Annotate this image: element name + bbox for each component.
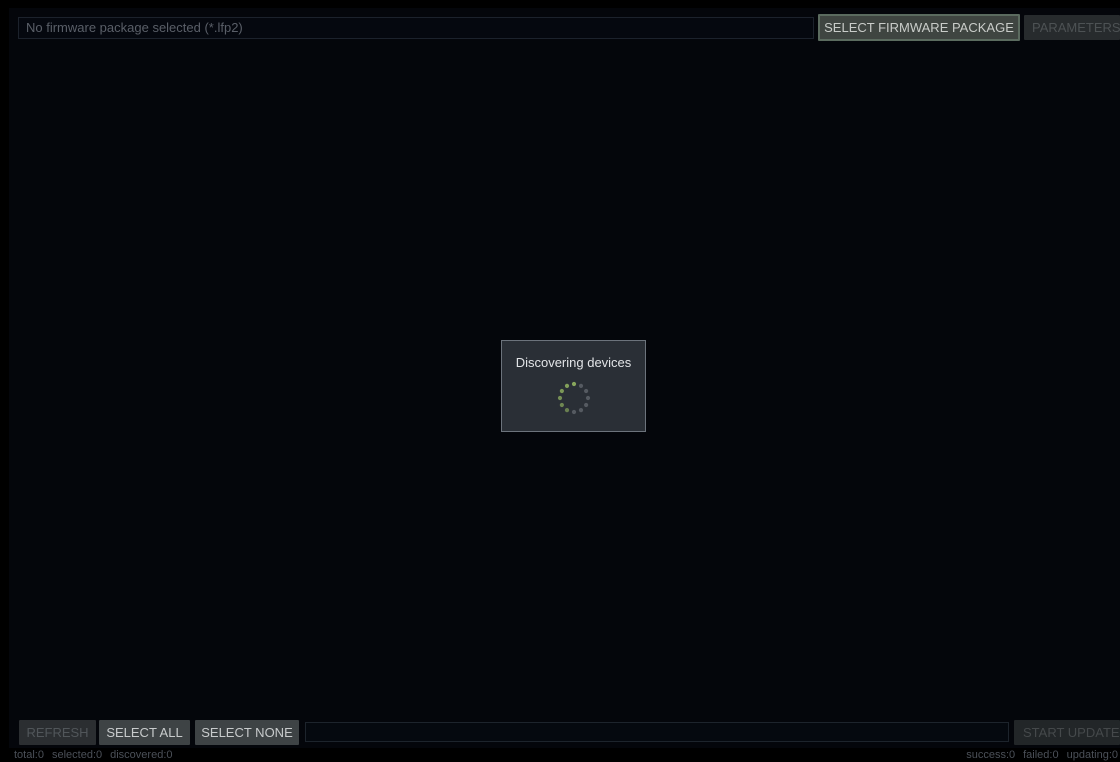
spinner-dot: [571, 409, 577, 415]
select-all-button[interactable]: SELECT ALL: [99, 720, 190, 745]
status-success: success:0: [966, 749, 1016, 761]
loading-spinner-icon: [557, 381, 591, 415]
status-bar-right: success:0 failed:0 updating:0: [966, 748, 1120, 762]
spinner-dot: [557, 395, 563, 401]
status-discovered: discovered:0: [110, 749, 173, 761]
spinner-dot: [564, 383, 570, 388]
select-none-button[interactable]: SELECT NONE: [195, 720, 299, 745]
dialog-title: Discovering devices: [515, 355, 632, 370]
spinner-dot: [571, 381, 577, 387]
update-progress-bar: [305, 722, 1009, 742]
spinner-dot: [559, 402, 564, 408]
discovering-devices-dialog: Discovering devices: [501, 340, 646, 432]
spinner-dot: [559, 388, 564, 394]
spinner-dot: [578, 408, 584, 413]
status-selected: selected:0: [51, 749, 103, 761]
spinner-dot: [584, 388, 589, 394]
parameters-button[interactable]: PARAMETERS: [1024, 15, 1120, 40]
firmware-updater-window: No firmware package selected (*.lfp2) SE…: [0, 0, 1120, 762]
select-firmware-package-button[interactable]: SELECT FIRMWARE PACKAGE: [818, 14, 1020, 41]
spinner-dot: [564, 408, 570, 413]
firmware-package-field: No firmware package selected (*.lfp2): [18, 17, 814, 39]
refresh-button[interactable]: REFRESH: [19, 720, 96, 745]
status-updating: updating:0: [1066, 749, 1118, 761]
spinner-dot: [585, 395, 591, 401]
status-total: total:0: [14, 749, 44, 761]
status-failed: failed:0: [1023, 749, 1059, 761]
spinner-dot: [584, 402, 589, 408]
start-update-button[interactable]: START UPDATE: [1014, 720, 1120, 745]
status-bar-left: total:0 selected:0 discovered:0: [14, 748, 181, 762]
spinner-dot: [578, 383, 584, 388]
